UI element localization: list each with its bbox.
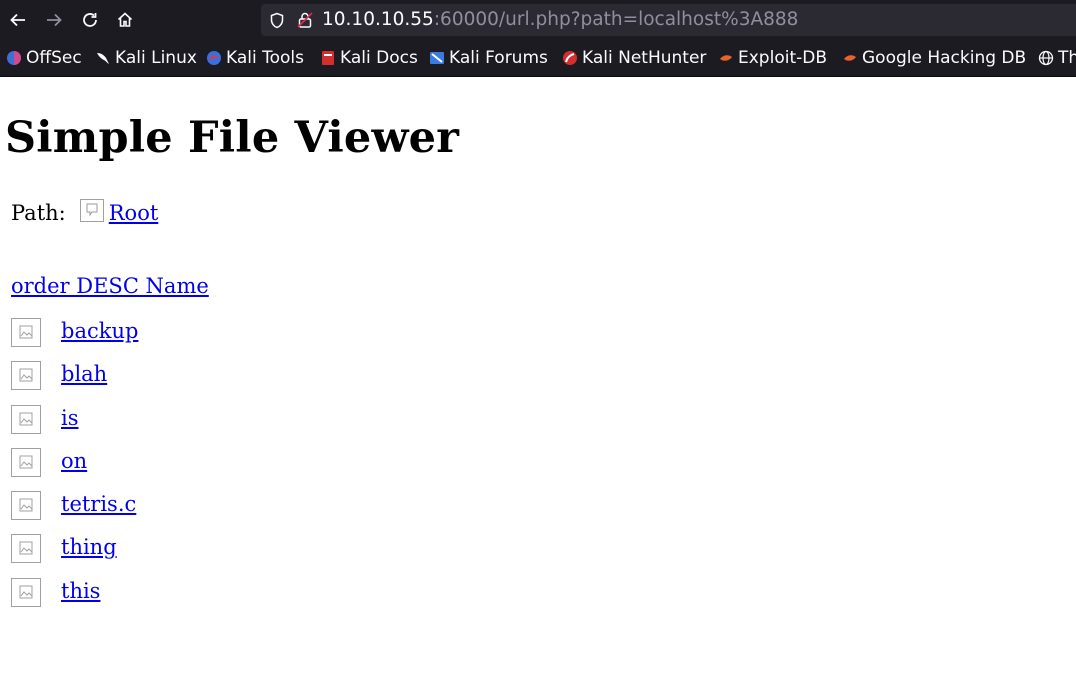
breadcrumb: Path: Root bbox=[11, 198, 159, 225]
bookmark-offsec[interactable]: OffSec bbox=[6, 40, 82, 76]
bookmark-label: OffSec bbox=[26, 48, 82, 68]
reload-icon bbox=[83, 13, 97, 27]
bookmark-overflow[interactable]: Th bbox=[1038, 40, 1076, 76]
broken-image-icon bbox=[11, 318, 41, 347]
file-link[interactable]: this bbox=[61, 578, 100, 605]
sort-order-link[interactable]: order DESC Name bbox=[11, 274, 209, 298]
bookmark-label: Kali NetHunter bbox=[582, 48, 707, 68]
url-host: 10.10.10.55 bbox=[322, 9, 434, 30]
url-text[interactable]: 10.10.10.55:60000/url.php?path=localhost… bbox=[322, 4, 798, 36]
url-path: :60000/url.php?path=localhost%3A888 bbox=[433, 9, 799, 30]
file-list: backup blah is on tetris.c thing this bbox=[11, 318, 138, 621]
kali-nethunter-icon bbox=[563, 51, 577, 65]
forward-arrow-icon bbox=[47, 13, 62, 27]
file-link[interactable]: backup bbox=[61, 318, 138, 345]
list-item: is bbox=[11, 404, 138, 448]
bookmark-kali-tools[interactable]: Kali Tools bbox=[206, 40, 304, 76]
list-item: blah bbox=[11, 361, 138, 404]
list-item: tetris.c bbox=[11, 491, 138, 534]
kali-docs-icon bbox=[322, 51, 334, 65]
list-item: on bbox=[11, 447, 138, 491]
broken-image-icon bbox=[11, 447, 41, 477]
file-link[interactable]: is bbox=[61, 405, 79, 432]
broken-image-icon bbox=[11, 491, 41, 521]
root-link[interactable]: Root bbox=[79, 198, 159, 225]
offsec-icon bbox=[7, 51, 21, 65]
root-link-label: Root bbox=[108, 201, 159, 225]
bookmarks-toolbar: OffSec Kali Linux Kali Tools Kali Docs K… bbox=[0, 40, 1076, 77]
tracking-shield-icon[interactable] bbox=[269, 12, 285, 29]
broken-image-icon bbox=[79, 198, 104, 222]
insecure-lock-icon[interactable] bbox=[297, 11, 313, 29]
globe-icon bbox=[1038, 50, 1054, 66]
bookmark-label: Kali Forums bbox=[449, 48, 548, 68]
back-arrow-icon bbox=[10, 13, 25, 27]
reload-button[interactable] bbox=[75, 5, 105, 35]
kali-tools-icon bbox=[207, 51, 221, 65]
bookmark-label: Kali Docs bbox=[340, 48, 418, 68]
bookmark-exploit-db[interactable]: Exploit-DB bbox=[718, 40, 827, 76]
file-link[interactable]: on bbox=[61, 448, 87, 475]
broken-image-icon bbox=[11, 404, 41, 434]
list-item: backup bbox=[11, 318, 138, 361]
bookmark-kali-linux[interactable]: Kali Linux bbox=[95, 40, 197, 76]
home-icon bbox=[117, 12, 133, 27]
navigation-toolbar: 10.10.10.55:60000/url.php?path=localhost… bbox=[0, 0, 1076, 40]
bookmark-kali-nethunter[interactable]: Kali NetHunter bbox=[562, 40, 706, 76]
kali-forums-icon bbox=[430, 52, 444, 64]
bookmark-label: Google Hacking DB bbox=[862, 48, 1027, 68]
url-bar[interactable]: 10.10.10.55:60000/url.php?path=localhost… bbox=[261, 4, 1076, 36]
file-link[interactable]: tetris.c bbox=[61, 491, 136, 518]
broken-image-icon bbox=[11, 361, 41, 391]
page-content: Simple File Viewer Path: Root order DESC… bbox=[0, 77, 1076, 686]
path-label: Path: bbox=[11, 201, 66, 225]
bookmark-label: Kali Tools bbox=[226, 48, 304, 68]
broken-image-icon bbox=[11, 534, 41, 564]
home-button[interactable] bbox=[110, 5, 140, 35]
bookmark-label: Exploit-DB bbox=[738, 48, 827, 68]
browser-chrome: 10.10.10.55:60000/url.php?path=localhost… bbox=[0, 0, 1076, 77]
forward-button[interactable] bbox=[39, 5, 69, 35]
bookmark-kali-docs[interactable]: Kali Docs bbox=[320, 40, 418, 76]
bookmark-label: Th bbox=[1058, 48, 1076, 68]
bookmark-label: Kali Linux bbox=[115, 48, 197, 68]
bookmark-kali-forums[interactable]: Kali Forums bbox=[429, 40, 548, 76]
broken-image-icon bbox=[11, 577, 41, 607]
back-button[interactable] bbox=[3, 5, 33, 35]
kali-dragon-icon bbox=[97, 53, 109, 64]
list-item: thing bbox=[11, 534, 138, 577]
ghdb-icon bbox=[844, 55, 856, 61]
file-link[interactable]: thing bbox=[61, 534, 117, 561]
bookmark-google-hacking-db[interactable]: Google Hacking DB bbox=[842, 40, 1026, 76]
exploit-db-icon bbox=[720, 55, 732, 61]
file-link[interactable]: blah bbox=[61, 361, 107, 388]
list-item: this bbox=[11, 577, 138, 621]
page-title: Simple File Viewer bbox=[5, 113, 460, 163]
